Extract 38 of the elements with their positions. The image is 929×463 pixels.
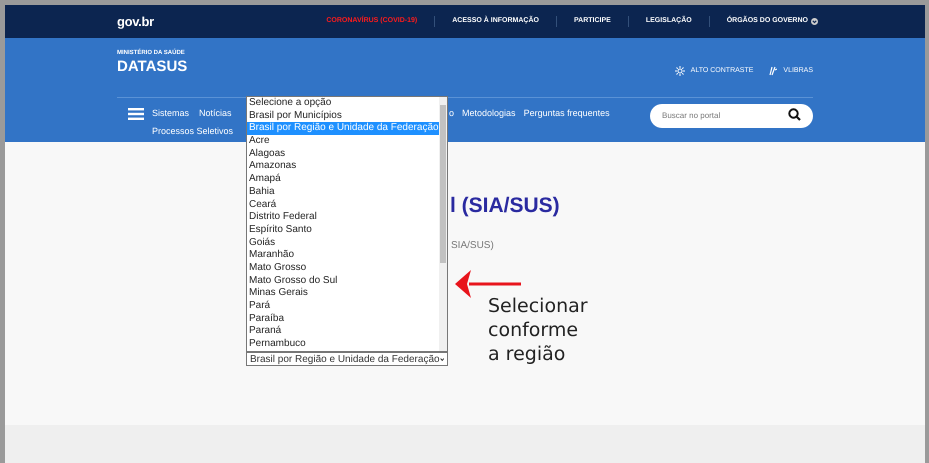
site-title[interactable]: DATASUS xyxy=(117,58,188,76)
hand-icon xyxy=(769,66,778,76)
search-icon[interactable] xyxy=(788,108,801,120)
dropdown-option[interactable]: Espírito Santo xyxy=(247,224,439,237)
dropdown-option[interactable]: Amazonas xyxy=(247,160,439,174)
page-title: l (SIA/SUS) xyxy=(450,194,560,217)
dropdown-option[interactable]: Minas Gerais xyxy=(247,287,439,300)
dropdown-option[interactable]: Pernambuco xyxy=(247,338,439,351)
search-field[interactable]: Buscar no portal xyxy=(650,104,813,128)
dropdown-option[interactable]: Mato Grosso do Sul xyxy=(247,274,439,288)
dropdown-option[interactable]: Goiás xyxy=(247,236,439,250)
page-subtitle: SIA/SUS) xyxy=(451,240,494,250)
annotation-text: Selecionar conforme a região xyxy=(488,294,588,366)
dropdown-option[interactable]: Alagoas xyxy=(247,148,439,160)
nav-link[interactable]: Sistemas xyxy=(152,107,190,120)
sun-icon xyxy=(674,66,685,76)
select-field[interactable]: Brasil por Região e Unidade da Federação xyxy=(246,352,448,366)
dropdown-option[interactable]: Mato Grosso xyxy=(247,262,439,275)
dropdown-option[interactable]: Amapá xyxy=(247,173,439,186)
dropdown-option[interactable]: Distrito Federal xyxy=(247,211,439,224)
dropdown-option[interactable]: Selecione a opção xyxy=(247,97,439,110)
scrollbar[interactable] xyxy=(439,97,447,351)
gov-br-logo[interactable]: gov.br xyxy=(117,12,154,32)
dropdown-option[interactable]: Acre xyxy=(247,135,439,148)
dropdown-option[interactable]: Ceará xyxy=(247,198,439,212)
dropdown-option[interactable]: Bahia xyxy=(247,186,439,198)
dropdown-option[interactable]: Brasil por Municípios xyxy=(247,110,439,122)
nav-link-fragment[interactable]: o xyxy=(449,107,454,120)
dropdown-option[interactable]: Paraná xyxy=(247,325,439,338)
nav-link[interactable]: Processos Seletivos xyxy=(152,124,234,138)
nav-link[interactable]: Notícias xyxy=(199,107,232,120)
menu-icon[interactable] xyxy=(128,108,144,120)
dropdown-option[interactable]: Maranhão xyxy=(247,249,439,262)
nav-link[interactable]: Perguntas frequentes xyxy=(524,107,610,120)
nav-link[interactable]: Metodologias xyxy=(462,107,516,120)
dropdown-option[interactable]: Paraíba xyxy=(247,312,439,326)
dropdown-option[interactable]: Pará xyxy=(247,300,439,313)
caret-icon xyxy=(440,356,444,362)
